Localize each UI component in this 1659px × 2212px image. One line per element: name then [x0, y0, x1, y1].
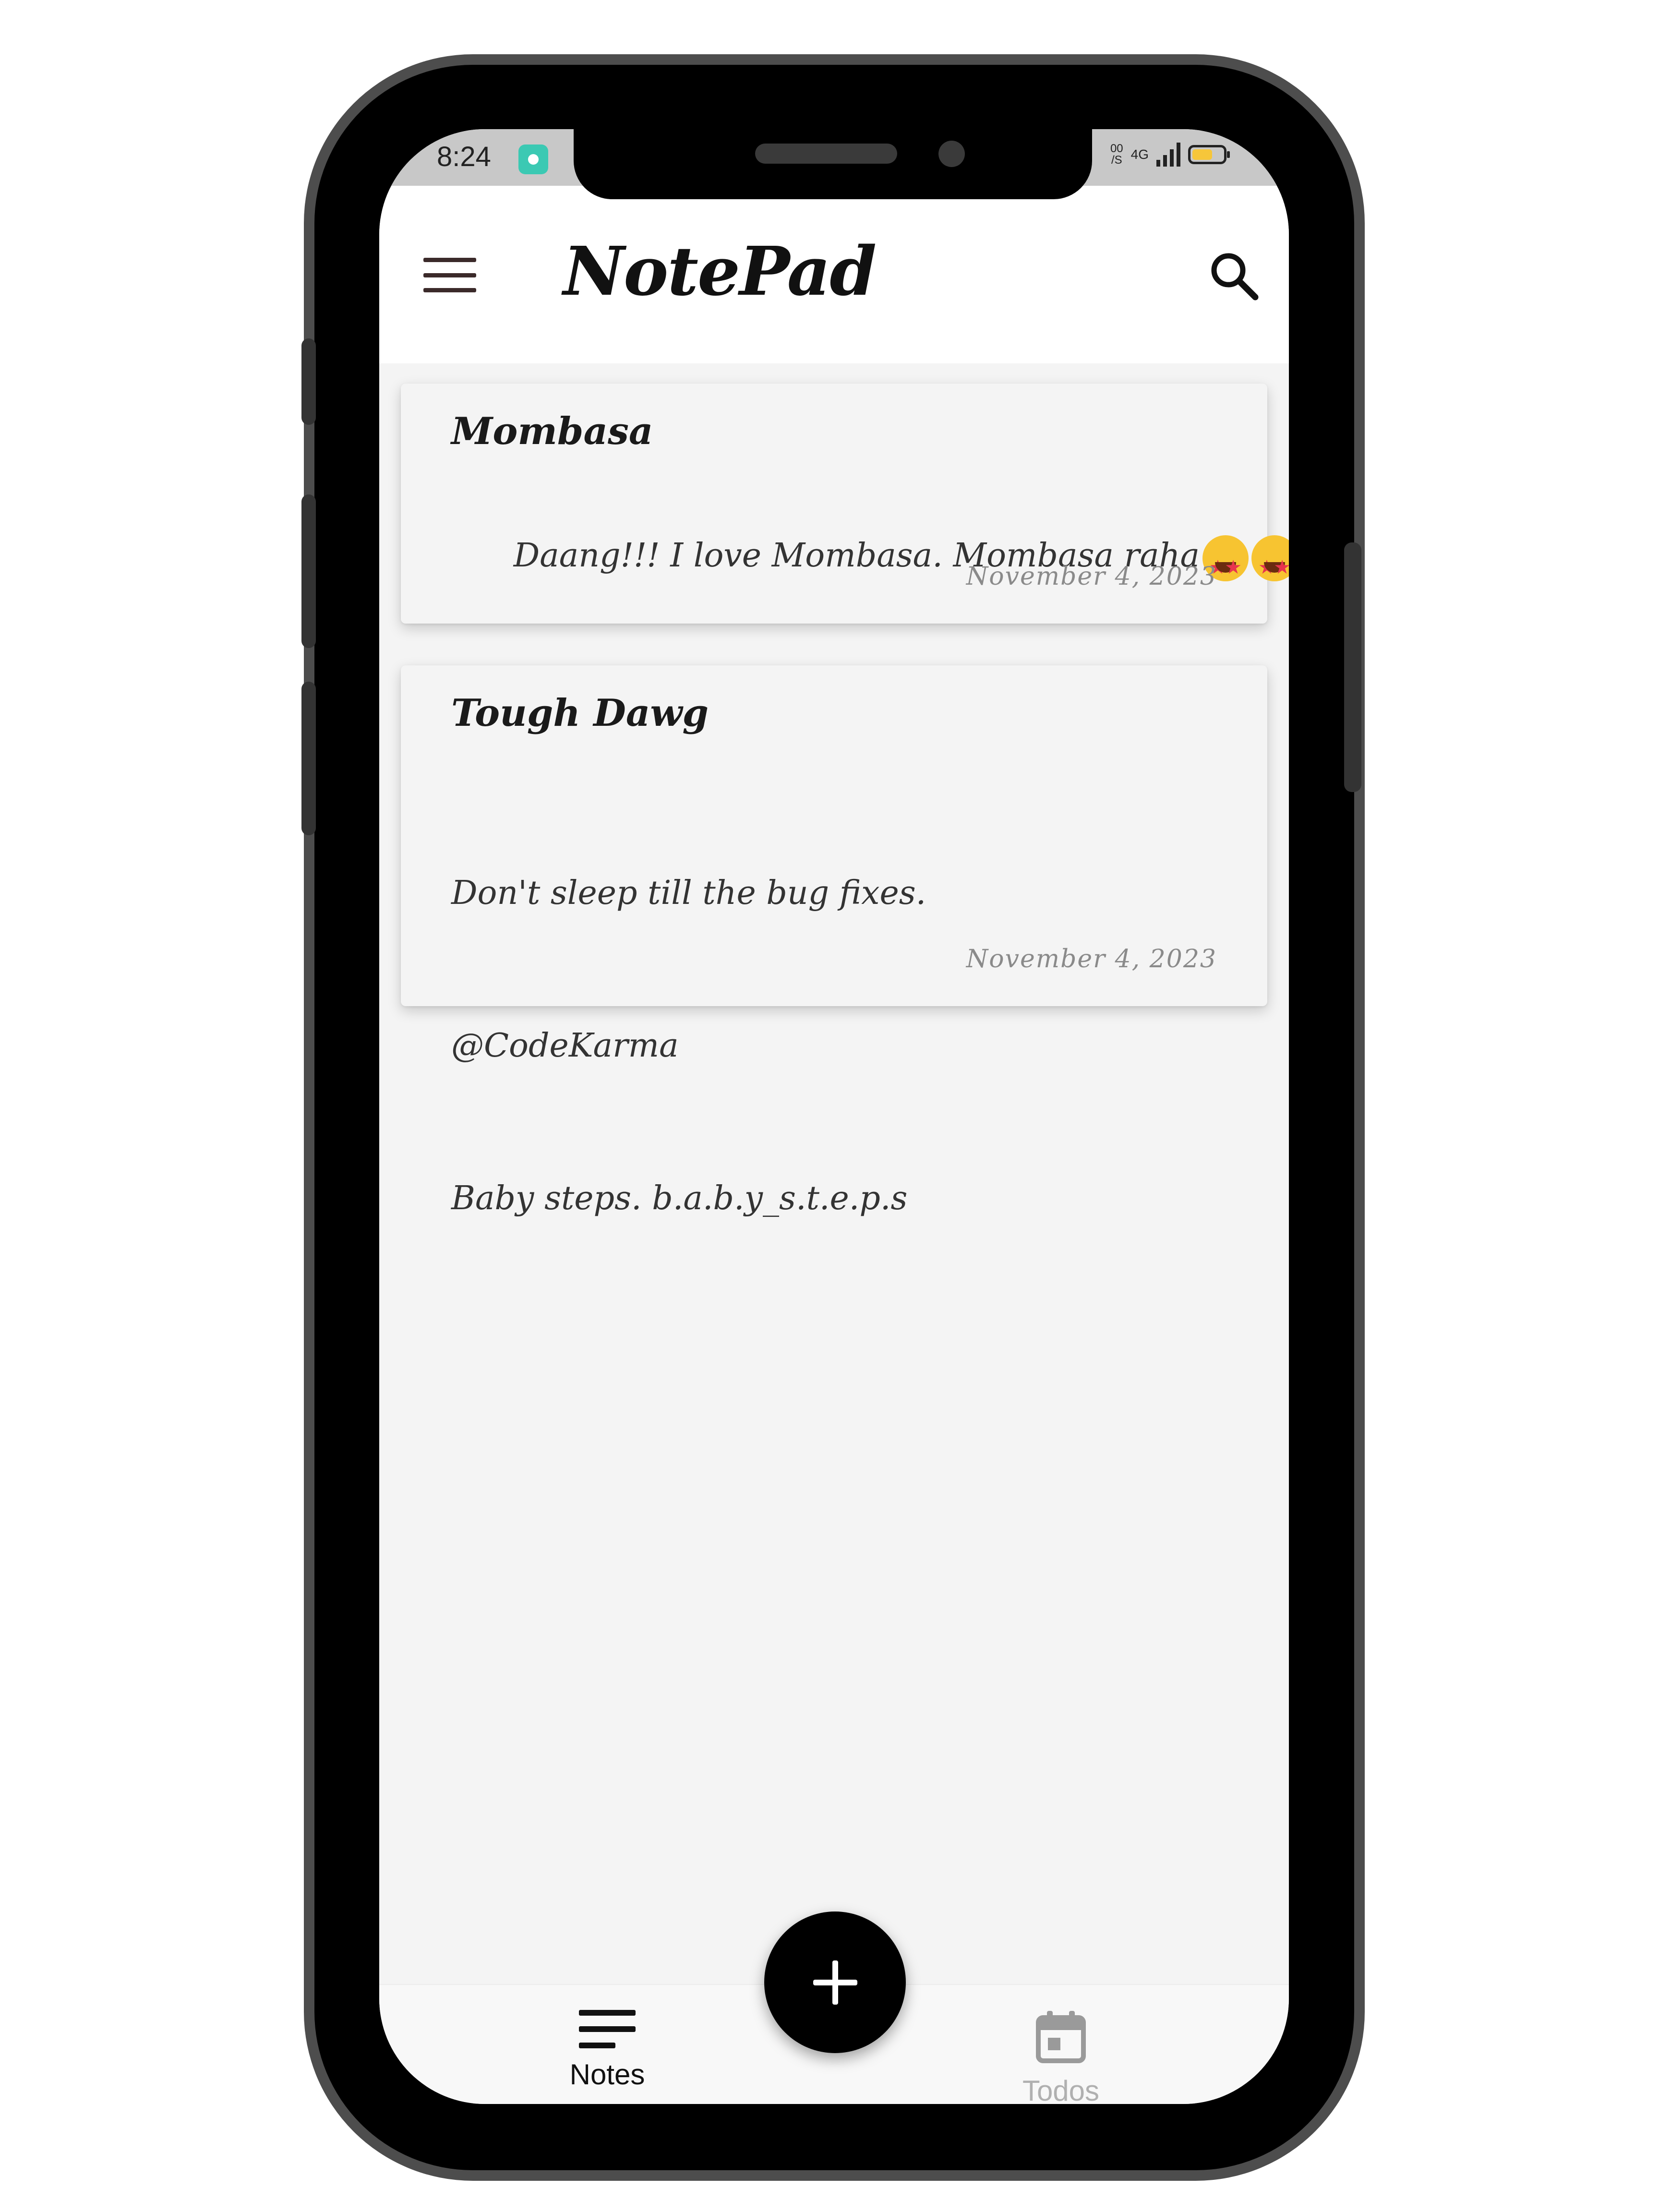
- app-notification-icon: [518, 144, 548, 174]
- app-bar: NotePad: [379, 186, 1289, 363]
- nav-item-todos[interactable]: Todos: [989, 2010, 1133, 2104]
- front-camera: [938, 141, 965, 167]
- net-speed-value: 00: [1110, 142, 1123, 155]
- nav-label-todos: Todos: [1022, 2075, 1100, 2104]
- add-note-button[interactable]: [764, 1911, 906, 2053]
- status-indicators: 00 /S 4G: [1110, 143, 1230, 167]
- note-body-line: Baby steps. b.a.b.y_s.t.e.p.s: [451, 1179, 908, 1217]
- app-title: NotePad: [563, 232, 877, 311]
- note-body: Daang!!! I love Mombasa. Mombasa raha: [451, 480, 1289, 632]
- volume-down-button: [301, 682, 316, 835]
- volume-up-button: [301, 494, 316, 648]
- note-title: Mombasa: [451, 409, 653, 453]
- calendar-icon: [1036, 2011, 1086, 2063]
- note-title: Tough Dawg: [451, 691, 709, 735]
- phone-screen: 8:24 00 /S 4G NotePad Mombasa Daang!!! I…: [379, 129, 1289, 2104]
- note-date: November 4, 2023: [966, 562, 1217, 591]
- note-body-line: Don't sleep till the bug fixes.: [451, 874, 926, 912]
- mute-switch: [301, 338, 316, 425]
- net-speed-unit: /S: [1111, 154, 1122, 167]
- search-icon[interactable]: [1207, 249, 1260, 302]
- speaker-grille: [755, 144, 897, 164]
- nav-item-notes[interactable]: Notes: [535, 2010, 679, 2091]
- phone-notch: [574, 129, 1092, 199]
- notes-icon: [579, 2010, 636, 2049]
- note-card[interactable]: Tough Dawg Don't sleep till the bug fixe…: [401, 665, 1267, 1217]
- power-button: [1344, 542, 1361, 792]
- menu-icon[interactable]: [423, 258, 476, 292]
- nav-label-notes: Notes: [569, 2058, 645, 2091]
- network-type: 4G: [1130, 147, 1149, 162]
- star-struck-emoji-icon: [1251, 535, 1289, 593]
- note-card[interactable]: Mombasa Daang!!! I love Mombasa. Mombasa…: [401, 384, 1289, 624]
- note-body: Don't sleep till the bug fixes. @CodeKar…: [451, 766, 926, 1326]
- note-body-line: @CodeKarma: [451, 1027, 679, 1065]
- signal-icon: [1156, 143, 1180, 167]
- net-speed: 00 /S: [1110, 143, 1123, 166]
- battery-icon: [1188, 145, 1230, 164]
- note-date: November 4, 2023: [966, 945, 1217, 974]
- status-time: 8:24: [437, 141, 491, 172]
